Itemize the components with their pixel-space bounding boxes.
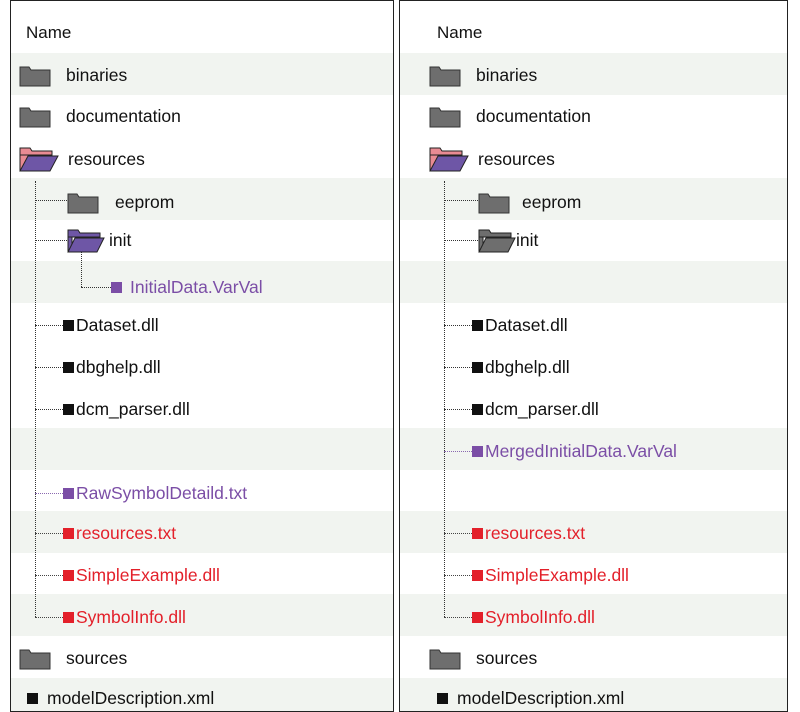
file-square-icon [437,692,448,704]
folder-icon [19,649,51,670]
file-square-icon [111,281,122,293]
file-square-icon [472,361,483,373]
open-folder-icon [19,147,59,172]
folder-eeprom[interactable]: eeprom [478,187,581,217]
folder-documentation[interactable]: documentation [429,101,591,131]
file-resources-txt[interactable]: resources.txt [63,518,176,548]
file-square-icon [472,319,483,331]
folder-icon [19,66,51,87]
folder-icon [67,193,99,214]
file-dcm-parser-dll[interactable]: dcm_parser.dll [63,394,190,424]
folder-icon [429,649,461,670]
folder-resources[interactable]: resources [429,144,555,174]
file-simpleexample-dll[interactable]: SimpleExample.dll [63,560,220,590]
file-symbolinfo-dll[interactable]: SymbolInfo.dll [63,602,186,632]
file-square-icon [27,692,38,704]
file-square-icon [63,487,74,499]
file-mergedinitialdata-varval[interactable]: MergedInitialData.VarVal [472,436,677,466]
file-square-icon [472,403,483,415]
folder-sources[interactable]: sources [19,643,127,673]
file-square-icon [63,569,74,581]
left-file-tree-panel: Name binaries documentation resources ee… [10,0,394,712]
file-square-icon [63,403,74,415]
folder-sources[interactable]: sources [429,643,537,673]
file-modeldescription-xml[interactable]: modelDescription.xml [27,683,214,711]
folder-icon [478,193,510,214]
file-square-icon [63,611,74,623]
folder-icon [429,107,461,128]
folder-icon [19,107,51,128]
file-simpleexample-dll[interactable]: SimpleExample.dll [472,560,629,590]
file-square-icon [472,445,483,457]
folder-icon [429,66,461,87]
folder-documentation[interactable]: documentation [19,101,181,131]
file-symbolinfo-dll[interactable]: SymbolInfo.dll [472,602,595,632]
file-square-icon [472,611,483,623]
file-rawsymboldetaild-txt[interactable]: RawSymbolDetaild.txt [63,478,247,508]
file-square-icon [63,361,74,373]
right-file-tree-panel: Name binaries documentation resources ee… [399,0,788,712]
file-dcm-parser-dll[interactable]: dcm_parser.dll [472,394,599,424]
open-folder-icon [429,147,469,172]
file-dbghelp-dll[interactable]: dbghelp.dll [63,352,161,382]
folder-init[interactable]: init [478,225,538,255]
file-resources-txt[interactable]: resources.txt [472,518,585,548]
name-column-header[interactable]: Name [437,23,482,43]
file-initialdata-varval[interactable]: InitialData.VarVal [111,272,263,302]
folder-resources[interactable]: resources [19,144,145,174]
file-modeldescription-xml[interactable]: modelDescription.xml [437,683,624,711]
open-folder-icon [67,229,105,253]
file-square-icon [472,527,483,539]
open-folder-icon [478,229,516,253]
file-square-icon [63,527,74,539]
file-square-icon [472,569,483,581]
file-dataset-dll[interactable]: Dataset.dll [63,310,159,340]
folder-binaries[interactable]: binaries [19,60,127,90]
folder-init[interactable]: init [67,225,131,255]
file-dataset-dll[interactable]: Dataset.dll [472,310,568,340]
folder-binaries[interactable]: binaries [429,60,537,90]
name-column-header[interactable]: Name [26,23,71,43]
folder-eeprom[interactable]: eeprom [67,187,174,217]
file-dbghelp-dll[interactable]: dbghelp.dll [472,352,570,382]
file-square-icon [63,319,74,331]
